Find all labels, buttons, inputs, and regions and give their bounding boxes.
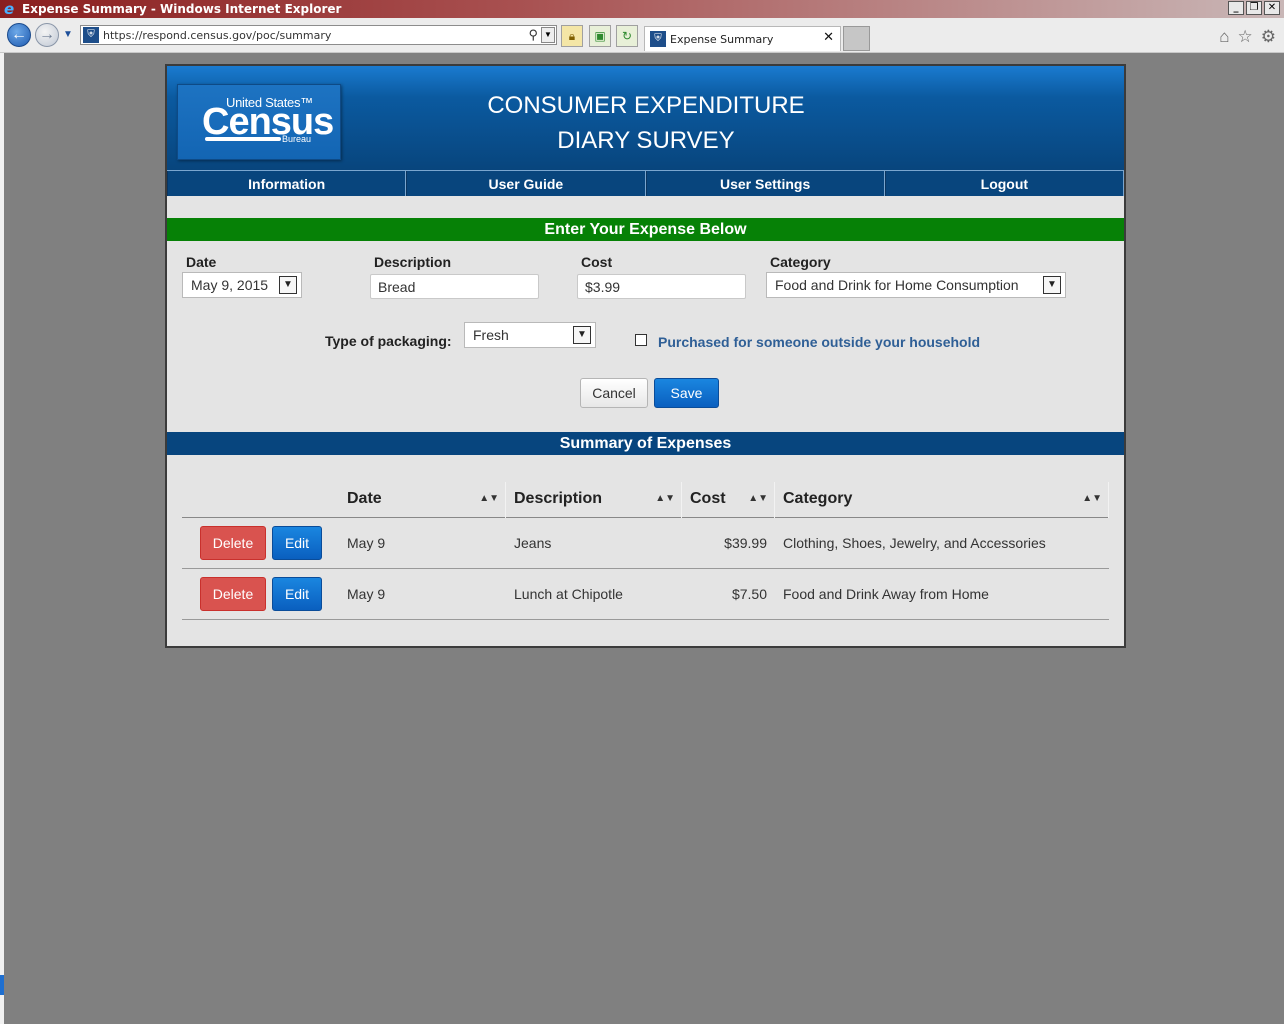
date-select[interactable]: May 9, 2015 ▼ — [182, 272, 302, 298]
delete-button[interactable]: Delete — [200, 526, 266, 560]
column-header-description[interactable]: Description ▲▼ — [506, 482, 682, 518]
census-logo[interactable]: United States™ Census Bureau — [177, 84, 341, 160]
window-title-bar: e Expense Summary - Windows Internet Exp… — [0, 0, 1284, 18]
left-edge-strip — [0, 53, 4, 1024]
chevron-down-icon[interactable]: ▼ — [279, 276, 297, 294]
packaging-value: Fresh — [473, 327, 509, 343]
tab-close-icon[interactable]: ✕ — [823, 30, 834, 45]
left-edge-marker — [0, 975, 4, 995]
menu-user-settings[interactable]: User Settings — [645, 171, 885, 196]
save-button[interactable]: Save — [654, 378, 719, 408]
column-header-cost-label: Cost — [690, 490, 726, 507]
row-category: Food and Drink Away from Home — [783, 586, 989, 602]
edit-button[interactable]: Edit — [272, 577, 322, 611]
chevron-down-icon[interactable]: ▼ — [573, 326, 591, 344]
sort-icon[interactable]: ▲▼ — [655, 482, 675, 516]
row-date: May 9 — [347, 535, 386, 551]
page-title-line1: CONSUMER EXPENDITURE — [487, 92, 805, 119]
row-date: May 9 — [347, 586, 386, 602]
packaging-label: Type of packaging: — [325, 333, 452, 349]
cost-input[interactable]: $3.99 — [577, 274, 746, 299]
summary-table-header: Date ▲▼ Description ▲▼ Cost ▲▼ Category … — [182, 482, 1109, 518]
menu-information[interactable]: Information — [167, 171, 407, 196]
cost-label: Cost — [581, 254, 613, 270]
chevron-down-icon[interactable]: ▼ — [1043, 276, 1061, 294]
row-description: Lunch at Chipotle — [514, 586, 623, 602]
history-dropdown-icon[interactable]: ▼ — [63, 29, 73, 40]
app-panel: United States™ Census Bureau CONSUMER EX… — [165, 64, 1126, 648]
page-title-line2: DIARY SURVEY — [557, 127, 735, 154]
outside-household-label[interactable]: Purchased for someone outside your house… — [658, 334, 980, 350]
minimize-button[interactable]: _ — [1228, 1, 1244, 15]
row-description: Jeans — [514, 535, 552, 551]
search-icon[interactable]: ⚲ — [528, 27, 538, 43]
address-bar[interactable]: ⛨ https://respond.census.gov/poc/summary… — [80, 25, 557, 45]
page-title: CONSUMER EXPENDITURE DIARY SURVEY — [447, 88, 845, 158]
description-label: Description — [374, 254, 452, 270]
menu-logout[interactable]: Logout — [884, 171, 1124, 196]
compatibility-view-icon[interactable]: ▣ — [589, 25, 611, 47]
column-header-cost[interactable]: Cost ▲▼ — [682, 482, 775, 518]
browser-right-icons: ⌂ ☆ ⚙ — [1219, 27, 1276, 47]
column-header-date[interactable]: Date ▲▼ — [339, 482, 506, 518]
table-row: Delete Edit May 9 Jeans $39.99 Clothing,… — [182, 518, 1109, 569]
delete-button[interactable]: Delete — [200, 577, 266, 611]
summary-heading: Summary of Expenses — [167, 432, 1124, 455]
logo-bureau: Bureau — [282, 134, 312, 144]
column-header-category[interactable]: Category ▲▼ — [775, 482, 1109, 518]
entry-heading: Enter Your Expense Below — [167, 218, 1124, 241]
lock-icon[interactable]: 🔒︎ — [561, 25, 583, 47]
sort-icon[interactable]: ▲▼ — [1082, 482, 1102, 516]
menu-user-guide[interactable]: User Guide — [406, 171, 646, 196]
address-dropdown-icon[interactable]: ▼ — [541, 27, 555, 43]
logo-underline — [205, 137, 281, 141]
tools-icon[interactable]: ⚙ — [1261, 27, 1276, 47]
packaging-select[interactable]: Fresh ▼ — [464, 322, 596, 348]
column-header-description-label: Description — [514, 490, 603, 507]
new-tab-button[interactable] — [843, 26, 870, 51]
row-cost: $7.50 — [731, 586, 767, 602]
date-value: May 9, 2015 — [191, 277, 269, 293]
tab-label: Expense Summary — [670, 33, 774, 46]
browser-toolbar: ← → ▼ ⛨ https://respond.census.gov/poc/s… — [0, 18, 1284, 53]
favorites-icon[interactable]: ☆ — [1238, 27, 1253, 47]
home-icon[interactable]: ⌂ — [1219, 27, 1229, 47]
restore-button[interactable]: ❐ — [1246, 1, 1262, 15]
refresh-icon[interactable]: ↻ — [616, 25, 638, 47]
outside-household-checkbox[interactable] — [635, 334, 647, 346]
description-input[interactable]: Bread — [370, 274, 539, 299]
column-header-date-label: Date — [347, 490, 382, 507]
table-row: Delete Edit May 9 Lunch at Chipotle $7.5… — [182, 569, 1109, 620]
browser-tab[interactable]: ⛨ Expense Summary ✕ — [644, 26, 841, 51]
forward-button[interactable]: → — [35, 23, 59, 47]
category-value: Food and Drink for Home Consumption — [775, 277, 1019, 293]
app-header: United States™ Census Bureau CONSUMER EX… — [167, 66, 1124, 170]
row-category: Clothing, Shoes, Jewelry, and Accessorie… — [783, 535, 1046, 551]
cancel-button[interactable]: Cancel — [580, 378, 648, 408]
window-controls: _ ❐ ✕ — [1228, 1, 1280, 15]
ie-logo-icon: e — [4, 0, 15, 18]
edit-button[interactable]: Edit — [272, 526, 322, 560]
site-favicon-icon: ⛨ — [83, 27, 99, 43]
close-window-button[interactable]: ✕ — [1264, 1, 1280, 15]
column-header-category-label: Category — [783, 490, 853, 507]
category-select[interactable]: Food and Drink for Home Consumption ▼ — [766, 272, 1066, 298]
category-label: Category — [770, 254, 831, 270]
url-text[interactable]: https://respond.census.gov/poc/summary — [103, 29, 331, 42]
window-title: Expense Summary - Windows Internet Explo… — [22, 2, 342, 16]
main-menu: Information User Guide User Settings Log… — [167, 170, 1124, 196]
row-cost: $39.99 — [724, 535, 767, 551]
sort-icon[interactable]: ▲▼ — [748, 482, 768, 516]
sort-icon[interactable]: ▲▼ — [479, 482, 499, 516]
date-label: Date — [186, 254, 217, 270]
back-button[interactable]: ← — [7, 23, 31, 47]
tab-favicon-icon: ⛨ — [650, 31, 666, 47]
